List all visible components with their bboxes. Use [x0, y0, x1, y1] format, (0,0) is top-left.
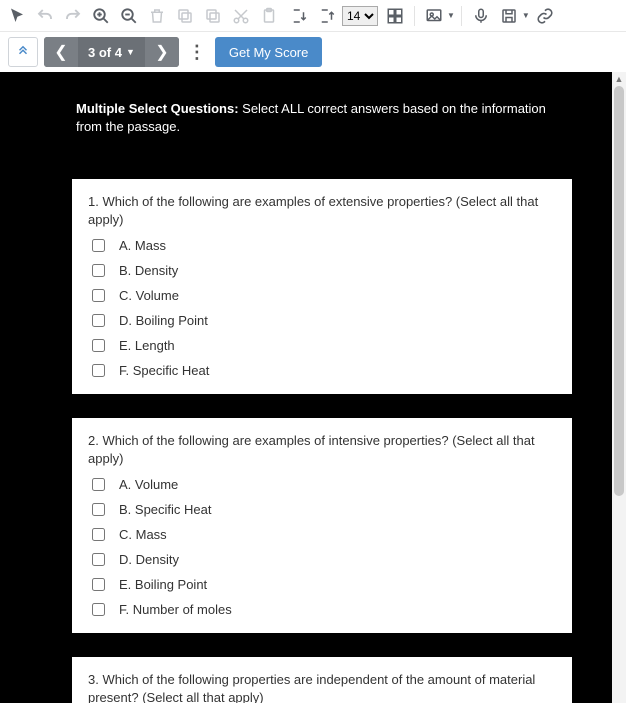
caret-down-icon: ▼ [126, 47, 135, 57]
page-label: 3 of 4 [88, 45, 122, 60]
copy-icon [172, 3, 198, 29]
clipboard-icon [256, 3, 282, 29]
option-label: B. Density [119, 263, 178, 278]
option-checkbox[interactable] [92, 364, 105, 377]
instructions-bold: Multiple Select Questions: [76, 101, 239, 116]
question-text: 3. Which of the following properties are… [88, 671, 556, 703]
option-row: B. Specific Heat [92, 502, 556, 517]
option-checkbox[interactable] [92, 314, 105, 327]
image-caret-icon[interactable]: ▼ [447, 11, 455, 20]
scrollbar-thumb[interactable] [614, 86, 624, 496]
instructions-heading: Multiple Select Questions: Select ALL co… [0, 100, 612, 155]
option-checkbox[interactable] [92, 239, 105, 252]
scrollbar-up-icon[interactable]: ▲ [612, 72, 626, 86]
option-row: D. Density [92, 552, 556, 567]
option-label: A. Mass [119, 238, 166, 253]
pointer-icon[interactable] [4, 3, 30, 29]
cut-icon [228, 3, 254, 29]
save-icon[interactable] [496, 3, 522, 29]
option-row: D. Boiling Point [92, 313, 556, 328]
content-viewport: Multiple Select Questions: Select ALL co… [0, 72, 612, 703]
zoom-out-icon[interactable] [116, 3, 142, 29]
option-row: C. Mass [92, 527, 556, 542]
option-row: C. Volume [92, 288, 556, 303]
nav-row: ❮ 3 of 4 ▼ ❯ ⋮ Get My Score [0, 32, 626, 72]
options-list: A. Volume B. Specific Heat C. Mass D. Densi… [88, 477, 556, 617]
image-icon[interactable] [421, 3, 447, 29]
line-height-up-icon[interactable] [314, 3, 340, 29]
duplicate-icon [200, 3, 226, 29]
option-row: F. Specific Heat [92, 363, 556, 378]
option-checkbox[interactable] [92, 578, 105, 591]
question-card: 2. Which of the following are examples o… [72, 418, 572, 633]
option-checkbox[interactable] [92, 603, 105, 616]
get-score-button[interactable]: Get My Score [215, 37, 322, 67]
option-checkbox[interactable] [92, 528, 105, 541]
option-label: F. Number of moles [119, 602, 232, 617]
zoom-in-icon[interactable] [88, 3, 114, 29]
scrollbar-track[interactable]: ▲ [612, 72, 626, 703]
undo-icon [32, 3, 58, 29]
question-text: 2. Which of the following are examples o… [88, 432, 556, 467]
option-row: E. Boiling Point [92, 577, 556, 592]
line-height-down-icon[interactable] [286, 3, 312, 29]
option-label: D. Boiling Point [119, 313, 208, 328]
option-row: E. Length [92, 338, 556, 353]
page-pager: ❮ 3 of 4 ▼ ❯ [44, 37, 179, 67]
option-label: E. Boiling Point [119, 577, 207, 592]
save-caret-icon[interactable]: ▼ [522, 11, 530, 20]
option-label: F. Specific Heat [119, 363, 209, 378]
option-row: F. Number of moles [92, 602, 556, 617]
editor-toolbar: 1012141618 ▼ ▼ [0, 0, 626, 32]
question-text: 1. Which of the following are examples o… [88, 193, 556, 228]
option-row: A. Mass [92, 238, 556, 253]
option-checkbox[interactable] [92, 553, 105, 566]
option-checkbox[interactable] [92, 289, 105, 302]
more-menu-button[interactable]: ⋮ [185, 37, 209, 67]
option-label: C. Volume [119, 288, 179, 303]
option-checkbox[interactable] [92, 339, 105, 352]
option-label: C. Mass [119, 527, 167, 542]
options-list: A. Mass B. Density C. Volume D. Boiling Poi… [88, 238, 556, 378]
question-card: 1. Which of the following are examples o… [72, 179, 572, 394]
option-label: A. Volume [119, 477, 178, 492]
option-checkbox[interactable] [92, 478, 105, 491]
option-row: A. Volume [92, 477, 556, 492]
trash-icon [144, 3, 170, 29]
prev-page-button[interactable]: ❮ [44, 37, 78, 67]
question-card: 3. Which of the following properties are… [72, 657, 572, 703]
option-checkbox[interactable] [92, 264, 105, 277]
next-page-button[interactable]: ❯ [145, 37, 179, 67]
option-label: E. Length [119, 338, 175, 353]
page-indicator[interactable]: 3 of 4 ▼ [78, 37, 145, 67]
mic-icon[interactable] [468, 3, 494, 29]
option-checkbox[interactable] [92, 503, 105, 516]
option-label: D. Density [119, 552, 179, 567]
option-row: B. Density [92, 263, 556, 278]
link-icon[interactable] [532, 3, 558, 29]
grid-icon[interactable] [382, 3, 408, 29]
collapse-up-button[interactable] [8, 37, 38, 67]
option-label: B. Specific Heat [119, 502, 212, 517]
redo-icon [60, 3, 86, 29]
font-size-select[interactable]: 1012141618 [342, 6, 378, 26]
